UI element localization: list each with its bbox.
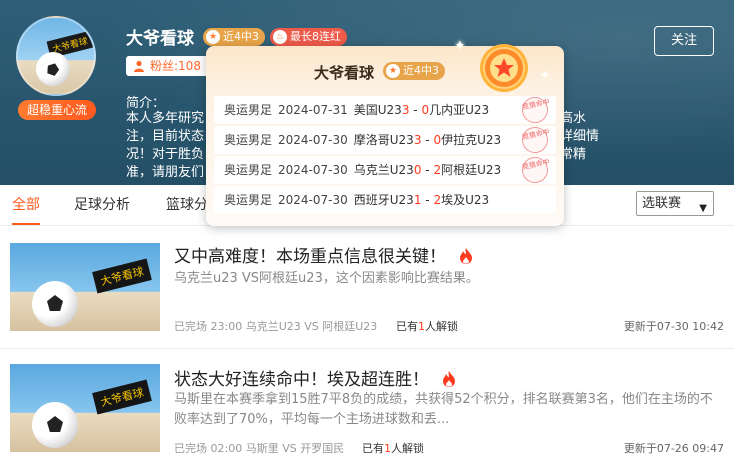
match-row[interactable]: 奥运男足 2024-07-30 西班牙U231 - 2埃及U23 [214,186,556,214]
league-select-value: 选联赛 [642,196,682,211]
intro-line: 高水 [560,111,587,126]
article-summary: 马斯里在本赛季拿到15胜7平8负的成绩，共获得52个积分，排名联赛第3名，他们在… [174,392,713,427]
intro-label: 简介： [126,96,166,111]
match-date: 2024-07-31 [278,103,348,117]
star-icon: ★ [386,64,400,78]
soccer-ball-icon [36,52,70,86]
unlock-count: 已有1人解锁 [396,318,458,334]
article-title-text: 又中高难度！本场重点信息很关键！ [174,247,446,267]
thumbnail-tag: 大爷看球 [92,379,152,415]
follow-button[interactable]: 关注 [654,26,714,56]
home-team: 摩洛哥U23 [353,133,414,147]
home-team: 乌克兰U23 [353,163,414,177]
hit-stamp-icon: 竞猜命中 [519,156,550,184]
intro-line: 常精 [560,147,587,162]
avatar-container: 大爷看球 超稳重心流 [16,16,96,120]
recent-record-text: 近4中3 [223,30,259,43]
article-title[interactable]: 又中高难度！本场重点信息很关键！ [174,242,473,267]
updated-time: 更新于07-26 09:47 [623,442,724,455]
match-row[interactable]: 奥运男足 2024-07-30 摩洛哥U233 - 0伊拉克U23 竞猜命中 [214,126,556,154]
unlock-prefix: 已有 [396,320,418,333]
home-team: 西班牙U23 [353,193,414,207]
match-date: 2024-07-30 [278,163,348,177]
user-icon [134,60,144,72]
away-team: 伊拉克U23 [441,133,502,147]
fire-icon [443,371,456,387]
hit-stamp-icon: 竞猜命中 [519,96,550,124]
away-score: 2 [433,193,442,207]
expert-badge: 超稳重心流 [18,100,96,120]
article-title[interactable]: 状态大好连续命中！埃及超连胜！ [174,365,456,390]
score-separator: - [421,193,434,207]
away-score: 2 [433,163,442,177]
match-league: 奥运男足 [224,133,273,147]
unlock-prefix: 已有 [362,442,384,455]
hit-stamp-icon: 竞猜命中 [519,126,550,154]
home-team: 美国U23 [353,103,402,117]
sparkle-icon: ✦ [540,68,551,82]
popup-title: 大爷看球 [314,64,375,82]
soccer-ball-icon [32,402,78,448]
intro-line: 详细情 [560,129,600,144]
sparkle-icon: ✦ [454,38,466,54]
match-date: 2024-07-30 [278,193,348,207]
article-item[interactable]: 大爷看球 状态大好连续命中！埃及超连胜！ 马斯里在本赛季拿到15胜7平8负的成绩… [0,348,734,465]
flame-icon: ♨ [273,30,287,44]
fans-count: 粉丝:108 [126,56,209,76]
unlock-suffix: 人解锁 [425,320,458,333]
away-team: 几内亚U23 [429,103,490,117]
article-thumbnail[interactable]: 大爷看球 [10,364,160,452]
streak-text: 最长8连红 [290,30,341,43]
star-icon: ★ [206,30,220,44]
popup-record-pill: ★ 近4中3 [383,62,445,80]
unlock-count: 已有1人解锁 [362,440,424,456]
recent-record-pill: ★ 近4中3 [203,28,265,46]
popup-record-text: 近4中3 [403,64,439,77]
score-separator: - [421,163,434,177]
article-item[interactable]: 大爷看球 又中高难度！本场重点信息很关键！ 乌克兰u23 VS阿根廷u23，这个… [0,226,734,343]
away-score: 0 [433,133,442,147]
tab-football-analysis[interactable]: 足球分析 [74,185,130,225]
league-select[interactable]: 选联赛 ▼ [636,191,714,216]
match-league: 奥运男足 [224,193,273,207]
fire-icon [460,248,473,264]
away-team: 埃及U23 [441,193,490,207]
match-meta: 已完场 02:00 马斯里 VS 开罗国民 [174,442,345,455]
tab-basketball-analysis[interactable]: 篮球分 [166,185,208,225]
match-row[interactable]: 奥运男足 2024-07-31 美国U233 - 0几内亚U23 竞猜命中 [214,96,556,124]
expert-name: 大爷看球 [126,29,194,49]
chevron-down-icon: ▼ [699,203,707,214]
unlock-number: 1 [384,442,391,455]
article-title-text: 状态大好连续命中！埃及超连胜！ [174,370,429,390]
away-score: 0 [421,103,430,117]
updated-time: 更新于07-30 10:42 [623,320,724,333]
unlock-number: 1 [418,320,425,333]
tab-all[interactable]: 全部 [12,185,40,225]
match-row[interactable]: 奥运男足 2024-07-30 乌克兰U230 - 2阿根廷U23 竞猜命中 [214,156,556,184]
article-thumbnail[interactable]: 大爷看球 [10,243,160,331]
streak-pill: ♨ 最长8连红 [270,28,347,46]
recent-record-popup: ✦ ✦ 大爷看球 ★ 近4中3 奥运男足 2024-07-31 美国U233 - 0… [206,38,564,226]
unlock-suffix: 人解锁 [391,442,424,455]
match-league: 奥运男足 [224,163,273,177]
medal-icon [480,44,528,92]
article-summary: 乌克兰u23 VS阿根廷u23，这个因素影响比赛结果。 [174,271,479,286]
score-separator: - [409,103,422,117]
match-meta: 已完场 23:00 乌克兰U23 VS 阿根廷U23 [174,320,378,333]
score-separator: - [421,133,434,147]
thumbnail-tag: 大爷看球 [92,258,152,294]
avatar[interactable]: 大爷看球 [16,16,96,96]
away-team: 阿根廷U23 [441,163,502,177]
fans-label: 粉丝:108 [150,59,201,73]
match-date: 2024-07-30 [278,133,348,147]
soccer-ball-icon [32,281,78,327]
intro-text-overflow: 高水 详细情 常精 [560,110,600,164]
match-league: 奥运男足 [224,103,273,117]
